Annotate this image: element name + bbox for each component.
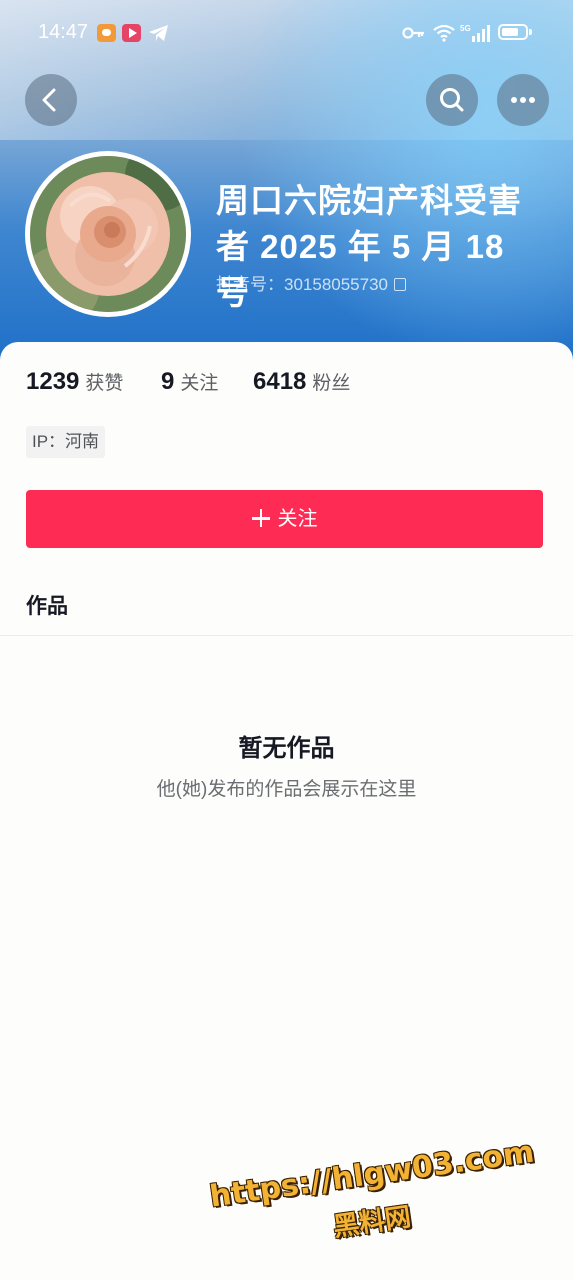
search-button[interactable] bbox=[426, 74, 478, 126]
stat-likes[interactable]: 1239 获赞 bbox=[26, 368, 123, 396]
signal-icon: 5G bbox=[460, 24, 490, 42]
stat-followers[interactable]: 6418 粉丝 bbox=[253, 368, 350, 396]
video-app-icon bbox=[122, 24, 141, 42]
avatar[interactable] bbox=[25, 151, 191, 317]
empty-state-subtitle: 他(她)发布的作品会展示在这里 bbox=[156, 779, 417, 800]
stat-following[interactable]: 9 关注 bbox=[161, 368, 218, 396]
tab-works[interactable]: 作品 bbox=[26, 590, 68, 620]
empty-state-title: 暂无作品 bbox=[238, 735, 335, 762]
chevron-left-icon bbox=[42, 88, 56, 112]
ip-location-tag: IP：河南 bbox=[26, 426, 106, 458]
battery-icon bbox=[498, 24, 528, 40]
telegram-icon bbox=[149, 25, 168, 41]
battery-tip bbox=[529, 29, 532, 35]
avatar-image bbox=[30, 156, 186, 312]
stat-label: 关注 bbox=[180, 373, 219, 394]
search-icon bbox=[440, 88, 464, 112]
network-label: 5G bbox=[460, 24, 471, 33]
wifi-icon bbox=[433, 24, 455, 42]
rose-image bbox=[30, 156, 186, 312]
app-notification-icon bbox=[97, 24, 116, 42]
stat-value: 6418 bbox=[253, 368, 307, 395]
douyin-id[interactable]: 抖音号：30158055730 bbox=[216, 270, 407, 295]
stat-label: 粉丝 bbox=[312, 373, 351, 394]
follow-button[interactable]: 关注 bbox=[26, 490, 543, 548]
stat-value: 9 bbox=[161, 368, 175, 395]
copy-icon[interactable] bbox=[394, 278, 407, 291]
stat-value: 1239 bbox=[26, 368, 80, 395]
key-icon bbox=[402, 27, 424, 39]
status-time: 14:47 bbox=[38, 21, 89, 43]
status-bar: 14:47 5G bbox=[0, 16, 573, 50]
back-button[interactable] bbox=[25, 74, 77, 126]
profile-header: 14:47 5G 周口六院妇产科受害者 2025 年 5 月 18 号 抖音号：… bbox=[0, 0, 573, 370]
stat-label: 获赞 bbox=[85, 373, 124, 394]
more-icon bbox=[511, 97, 535, 103]
watermark-name: 黑料网 bbox=[331, 1202, 413, 1243]
more-button[interactable] bbox=[497, 74, 549, 126]
profile-name: 周口六院妇产科受害者 2025 年 5 月 18 号 bbox=[216, 182, 522, 311]
divider bbox=[0, 635, 573, 636]
douyin-id-text: 抖音号：30158055730 bbox=[216, 275, 389, 294]
follow-label: 关注 bbox=[277, 508, 318, 530]
plus-icon bbox=[251, 509, 270, 527]
